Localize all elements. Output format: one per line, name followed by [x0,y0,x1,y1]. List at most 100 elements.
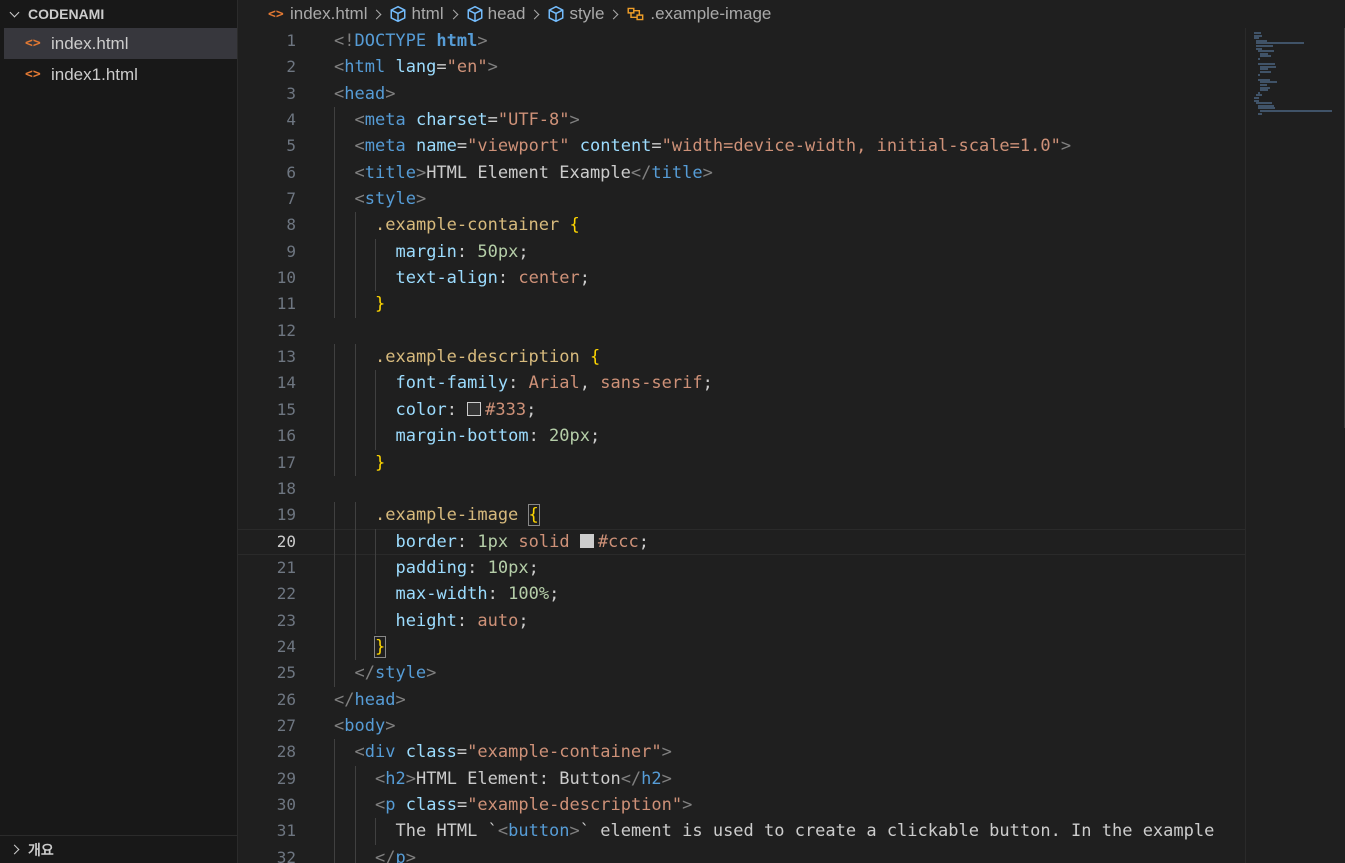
code-token: p [395,847,406,863]
code-content: max-width: 100%; [396,581,560,607]
indent-guide [354,423,356,450]
code-line[interactable]: 4 <meta charset="UTF-8"> [238,107,1245,134]
code-line[interactable]: 5 <meta name="viewport" content="width=de… [238,133,1245,160]
code-content: } [375,450,385,476]
line-number: 14 [276,373,296,393]
indent-guide [334,581,335,608]
code-line[interactable]: 9 margin: 50px; [238,238,1245,266]
code-line[interactable]: 11} [238,291,1245,318]
code-line[interactable]: 16 margin-bottom: 20px; [238,423,1245,450]
breadcrumb-selector[interactable]: .example-image [626,4,771,24]
code-line[interactable]: 7 <style> [238,186,1245,213]
code-line[interactable]: 3 <head> [238,81,1245,107]
code-line[interactable]: 23 height: auto; [238,607,1245,634]
code-token: > [426,663,437,684]
code-token: = [436,57,447,78]
indent-guide [354,396,356,424]
code-line[interactable]: 28 <div class="example-container"> [238,739,1245,766]
code-line[interactable]: 1 <!DOCTYPE html> [238,28,1245,54]
code-line[interactable]: 8 .example-container { [238,212,1245,239]
code-line[interactable]: 18 [238,476,1245,502]
code-content: <!DOCTYPE html> [334,28,488,54]
breadcrumb-html[interactable]: html [389,4,444,24]
code-line[interactable]: 26 </head> [238,687,1245,713]
code-line[interactable]: 6 <title>HTML Element Example</title> [238,159,1245,187]
code-token: < [354,742,365,763]
code-line[interactable]: 29 <h2>HTML Element: Button</h2> [238,765,1245,792]
indent-guide [375,581,376,608]
explorer-sidebar: CODENAMI <> index.html <> index1.html 개요 [0,0,238,863]
color-swatch[interactable] [467,401,482,416]
code-content: </p> [375,845,416,863]
code-line[interactable]: 24} [238,633,1245,661]
code-line[interactable]: 19 .example-image { [238,502,1245,529]
minimap[interactable] [1245,28,1345,863]
code-token: > [385,83,396,104]
code-line[interactable]: 25 </style> [238,660,1245,687]
code-content: height: auto; [396,608,529,634]
code-token: > [661,742,672,763]
code-content: } [375,291,385,317]
code-token: sans-serif [600,373,703,394]
code-line[interactable]: 13 .example-description { [238,344,1245,371]
outline-section-header[interactable]: 개요 [0,835,237,863]
code-token: ; [590,426,601,447]
indent-guide [354,844,356,863]
code-line[interactable]: 12 [238,318,1245,344]
code-token: : [487,584,509,605]
code-line[interactable]: 17} [238,449,1245,476]
code-token: meta [364,136,406,157]
code-content: border: 1px solid #ccc; [396,529,650,555]
code-line[interactable]: 30 <p class="example-description"> [238,791,1245,819]
code-line[interactable]: 27 <body> [238,713,1245,739]
indent-guide [334,607,335,634]
code-line[interactable]: 20 border: 1px solid #ccc; [238,528,1245,555]
code-token: h2 [385,768,406,789]
chevron-right-icon [9,844,20,855]
code-token: </ [620,768,642,789]
line-number: 25 [276,663,296,683]
code-line[interactable]: 32 </p> [238,844,1245,863]
code-token: solid [518,531,570,552]
folder-header[interactable]: CODENAMI [0,0,237,28]
color-swatch[interactable] [579,533,594,548]
file-item-index1[interactable]: <> index1.html [0,59,237,90]
code-line[interactable]: 31 The HTML `<button>` element is used to… [238,818,1245,845]
code-line[interactable]: 2 <html lang="en"> [238,54,1245,80]
code-token: title [651,162,703,183]
code-token: > [415,189,427,210]
line-number: 30 [276,794,296,814]
minimap-line [1260,55,1271,58]
indent-guide [334,765,335,792]
code-token: body [344,715,386,736]
code-content: <body> [334,713,395,739]
code-line[interactable]: 15 color: #333; [238,396,1245,424]
code-token: </ [354,663,375,684]
code-editor[interactable]: 1 <!DOCTYPE html> 2 <html lang="en"> 3 <head>… [238,28,1245,863]
html-file-icon: <> [25,67,41,82]
code-token: > [682,794,693,815]
chevron-down-icon [9,7,20,17]
line-number: 27 [276,715,296,735]
indent-guide [334,844,335,863]
file-item-index[interactable]: <> index.html [4,28,237,59]
breadcrumb-head[interactable]: head [466,4,525,24]
code-token: ; [518,241,529,262]
indent-guide [334,633,335,661]
code-content: <meta name="viewport" content="width=dev… [355,133,1072,159]
line-number: 3 [286,83,296,103]
breadcrumb-file[interactable]: <> index.html [268,4,367,24]
code-content: <style> [355,186,427,212]
code-token: : [508,373,529,394]
code-line[interactable]: 21 padding: 10px; [238,554,1245,582]
code-token: style [374,663,427,684]
code-line[interactable]: 14 font-family: Arial, sans-serif; [238,370,1245,397]
line-number: 19 [276,505,296,525]
breadcrumb-style[interactable]: style [547,4,604,24]
code-token: > [487,57,498,78]
code-line[interactable]: 22 max-width: 100%; [238,581,1245,608]
code-line[interactable]: 10 text-align: center; [238,265,1245,292]
indent-guide [334,344,335,371]
